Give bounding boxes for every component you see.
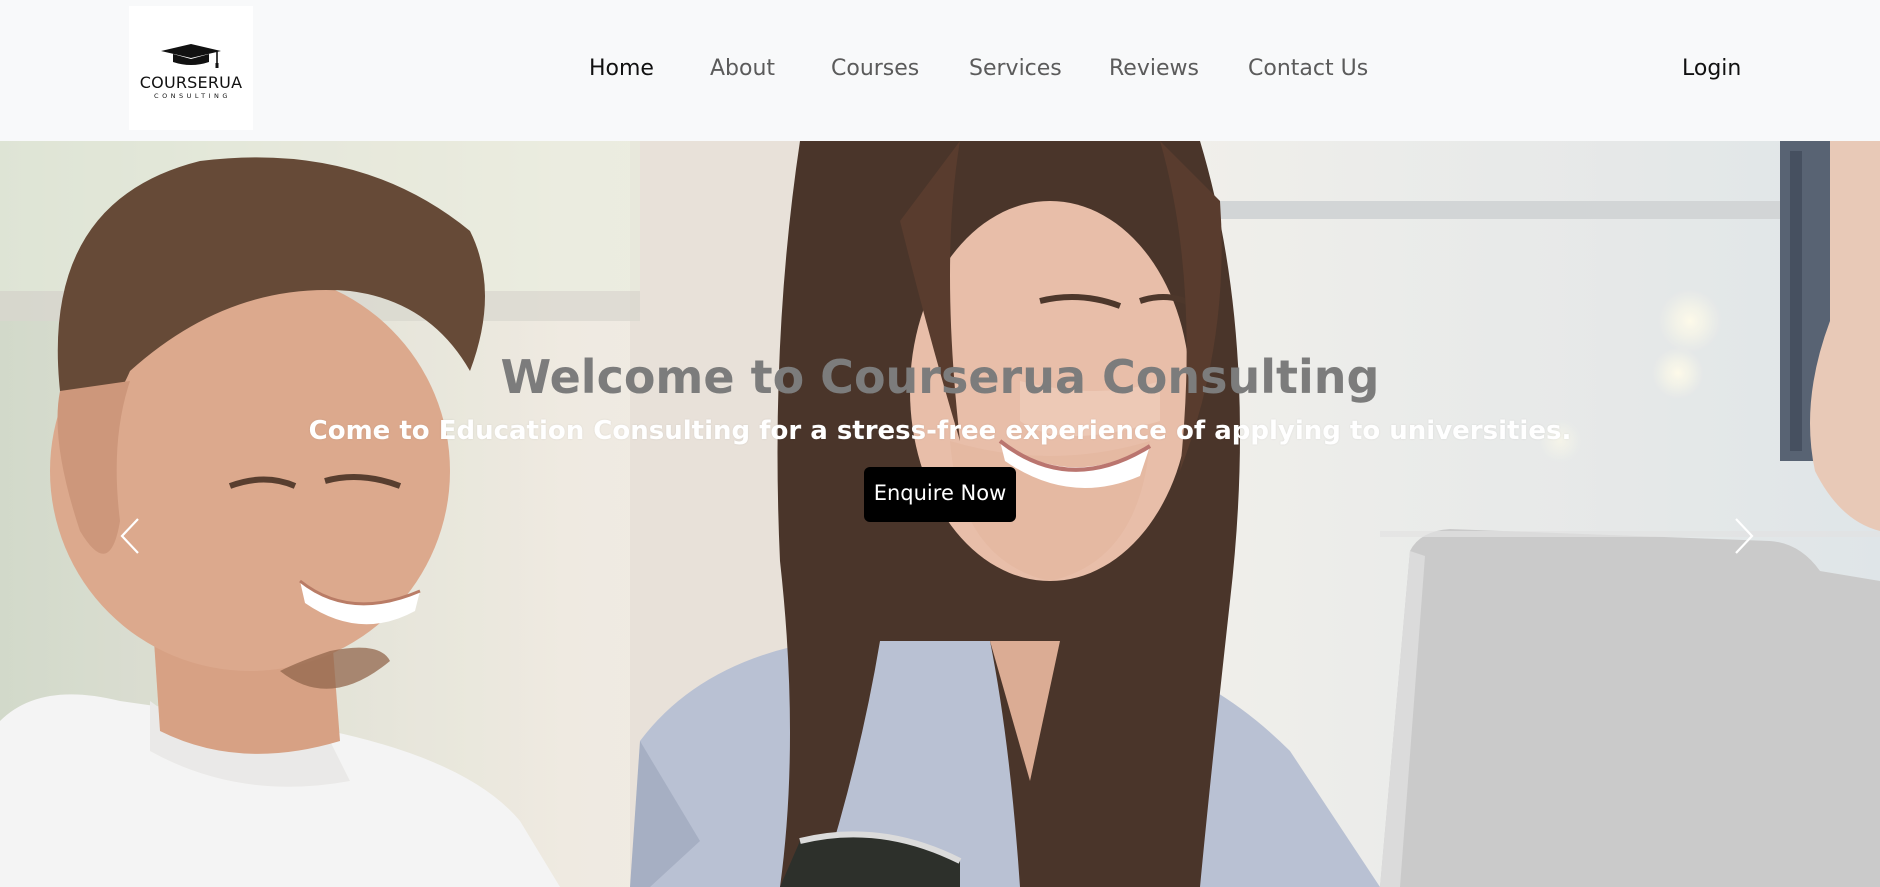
chevron-left-icon: [120, 518, 139, 554]
main-nav: Home About Courses Services Reviews Cont…: [0, 52, 1880, 86]
hero-carousel: Welcome to Courserua Consulting Come to …: [0, 141, 1880, 887]
brand-tagline: CONSULTING: [154, 92, 231, 100]
nav-link-about[interactable]: About: [710, 52, 775, 86]
carousel-prev-button[interactable]: [110, 513, 150, 559]
carousel-next-button[interactable]: [1724, 513, 1764, 559]
nav-link-courses[interactable]: Courses: [831, 52, 919, 86]
hero-subtitle: Come to Education Consulting for a stres…: [308, 416, 1572, 446]
hero-title: Welcome to Courserua Consulting: [500, 350, 1380, 404]
nav-link-contact-us[interactable]: Contact Us: [1248, 52, 1368, 86]
nav-link-home[interactable]: Home: [589, 52, 654, 86]
nav-link-reviews[interactable]: Reviews: [1109, 52, 1199, 86]
top-navbar: COURSERUA CONSULTING Home About Courses …: [0, 0, 1880, 141]
nav-link-services[interactable]: Services: [969, 52, 1062, 86]
login-link[interactable]: Login: [1682, 52, 1741, 86]
chevron-right-icon: [1735, 518, 1754, 554]
enquire-now-button[interactable]: Enquire Now: [863, 467, 1017, 522]
hero-caption: Welcome to Courserua Consulting Come to …: [0, 349, 1880, 522]
